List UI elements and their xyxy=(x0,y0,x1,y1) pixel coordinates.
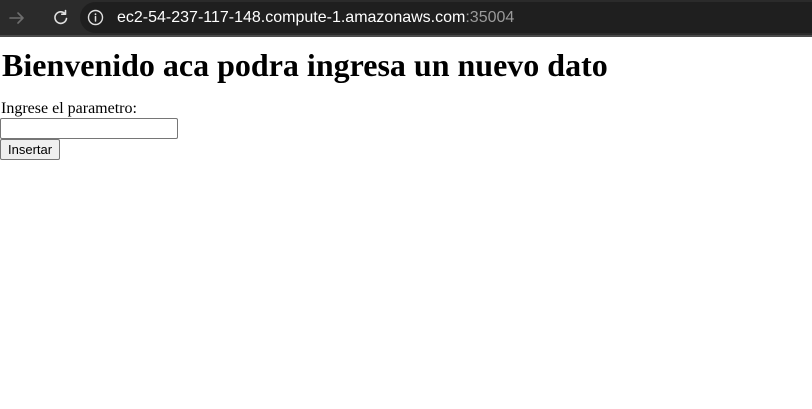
url-host: ec2-54-237-117-148.compute-1.amazonaws.c… xyxy=(117,9,466,26)
page-title: Bienvenido aca podra ingresa un nuevo da… xyxy=(2,47,608,83)
page-content: Bienvenido aca podra ingresa un nuevo da… xyxy=(0,37,812,160)
info-icon[interactable] xyxy=(87,9,104,26)
parameter-input[interactable] xyxy=(0,118,178,139)
reload-button[interactable] xyxy=(49,6,73,30)
parameter-label: Ingrese el parametro: xyxy=(1,100,137,117)
browser-toolbar: ec2-54-237-117-148.compute-1.amazonaws.c… xyxy=(0,0,812,35)
forward-button[interactable] xyxy=(5,6,29,30)
address-bar[interactable]: ec2-54-237-117-148.compute-1.amazonaws.c… xyxy=(80,2,812,33)
insert-button[interactable]: Insertar xyxy=(0,139,61,160)
arrow-right-icon xyxy=(9,12,24,24)
reload-icon xyxy=(54,9,68,25)
insert-form: Ingrese el parametro: Insertar xyxy=(0,101,812,160)
url-text[interactable]: ec2-54-237-117-148.compute-1.amazonaws.c… xyxy=(117,8,514,27)
url-port: :35004 xyxy=(465,9,515,26)
